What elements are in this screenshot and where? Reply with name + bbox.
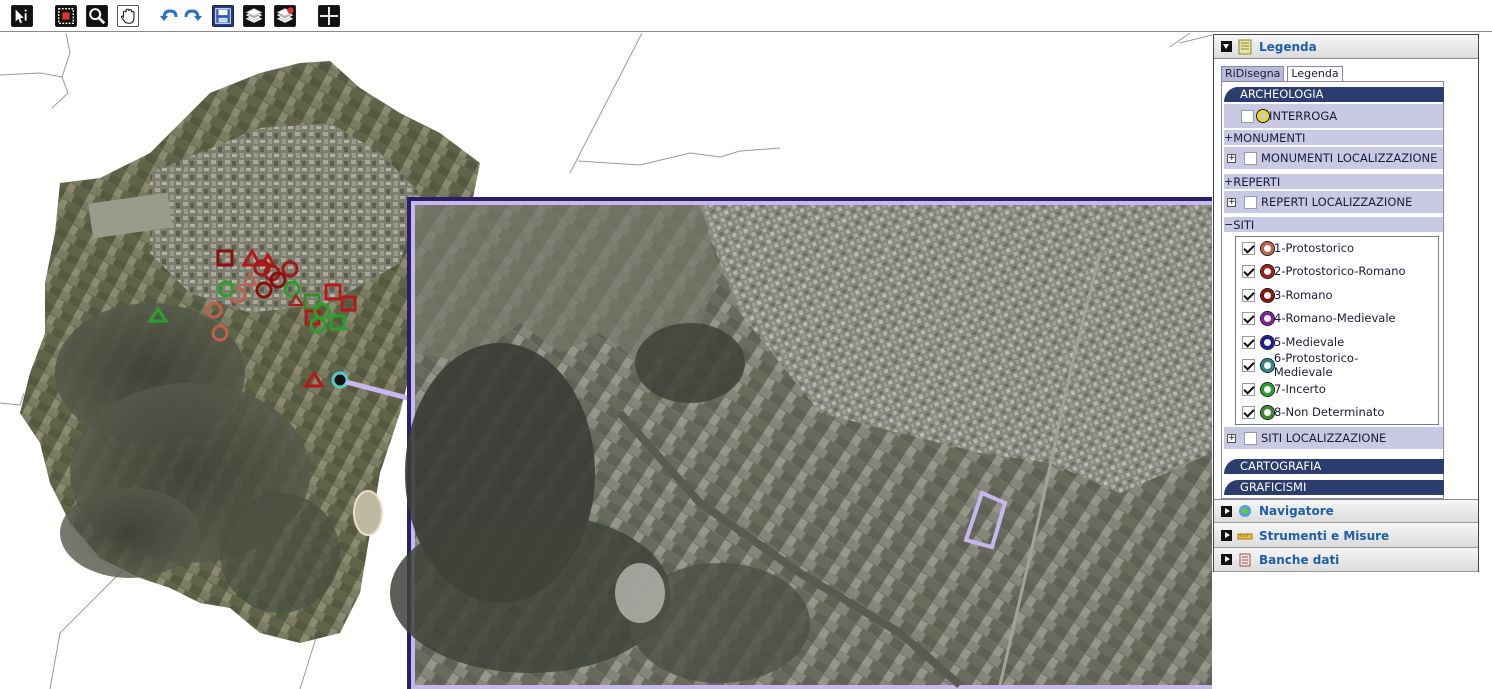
siti-6-checkbox[interactable]	[1242, 358, 1255, 372]
siti-item-label: 3-Romano	[1274, 288, 1333, 302]
siti-loc-checkbox[interactable]	[1244, 431, 1257, 445]
category-cartografia[interactable]: CARTOGRAFIA	[1224, 459, 1444, 474]
interroga-checkbox[interactable]	[1241, 109, 1254, 123]
strumenti-header[interactable]: Strumenti e Misure	[1214, 524, 1478, 548]
layers-icon[interactable]	[243, 5, 265, 27]
category-graficismi[interactable]: GRAFICISMI	[1224, 480, 1444, 495]
siti-item-6: 6-Protostorico-Medievale	[1236, 351, 1416, 379]
legend-tree: ARCHEOLOGIA INTERROGA + MONUMENTI + MONU…	[1221, 81, 1444, 499]
siti-item-label: 7-Incerto	[1274, 382, 1326, 396]
group-label: MONUMENTI	[1233, 130, 1306, 145]
group-label: REPERTI	[1233, 174, 1281, 189]
siti-item-7: 7-Incerto	[1236, 378, 1416, 400]
banche-dati-title: Banche dati	[1259, 552, 1340, 567]
expand-icon[interactable]	[1221, 530, 1232, 541]
reperti-loc-checkbox[interactable]	[1244, 195, 1257, 209]
layer-reperti-localizzazione: + REPERTI LOCALIZZAZIONE	[1224, 191, 1443, 213]
group-label: SITI	[1233, 217, 1255, 232]
siti-item-label: 8-Non Determinato	[1274, 405, 1385, 419]
database-icon	[1237, 552, 1253, 568]
undo-icon[interactable]	[158, 5, 180, 27]
panel-tabs: RiDisegna Legenda	[1221, 66, 1343, 82]
siti-item-1: 1-Protostorico	[1236, 237, 1416, 259]
siti-item-8: 8-Non Determinato	[1236, 401, 1416, 423]
inset-zoom-view[interactable]	[390, 197, 1212, 689]
expand-plus-icon[interactable]: +	[1227, 197, 1236, 207]
siti-8-checkbox[interactable]	[1242, 405, 1255, 419]
legend-document-icon	[1237, 39, 1253, 55]
siti-item-4: 4-Romano-Medievale	[1236, 307, 1416, 329]
romano-medievale-ring-icon	[1261, 311, 1274, 325]
siti-2-checkbox[interactable]	[1242, 264, 1255, 278]
group-reperti[interactable]: + REPERTI	[1224, 174, 1443, 189]
siti-item-label: 4-Romano-Medievale	[1274, 311, 1396, 325]
layer-interroga: INTERROGA	[1224, 104, 1443, 128]
map-toolbar	[0, 0, 1492, 32]
strumenti-title: Strumenti e Misure	[1259, 528, 1390, 543]
navigatore-title: Navigatore	[1259, 504, 1334, 518]
layers-alt-icon[interactable]	[274, 5, 296, 27]
category-archeologia[interactable]: ARCHEOLOGIA	[1224, 87, 1444, 102]
collapse-icon[interactable]	[1221, 41, 1232, 52]
siti-item-label: 2-Protostorico-Romano	[1274, 264, 1406, 278]
layer-label: SITI LOCALIZZAZIONE	[1261, 431, 1387, 445]
expand-icon[interactable]	[1221, 505, 1232, 517]
siti-list: 1-Protostorico 2-Protostorico-Romano 3-R…	[1235, 236, 1439, 425]
expand-plus-icon[interactable]: +	[1227, 433, 1236, 443]
zoom-icon[interactable]	[86, 5, 108, 27]
layer-label: REPERTI LOCALIZZAZIONE	[1261, 195, 1413, 209]
group-monumenti[interactable]: + MONUMENTI	[1224, 130, 1443, 145]
layer-label: MONUMENTI LOCALIZZAZIONE	[1261, 151, 1438, 165]
expand-plus-icon[interactable]: +	[1224, 175, 1233, 188]
siti-4-checkbox[interactable]	[1242, 311, 1255, 325]
tab-ridisegna[interactable]: RiDisegna	[1221, 66, 1285, 82]
siti-item-label: 5-Medievale	[1274, 335, 1345, 349]
tab-legenda[interactable]: Legenda	[1287, 66, 1343, 82]
siti-item-label: 1-Protostorico	[1274, 241, 1355, 255]
full-extent-icon[interactable]	[318, 5, 340, 27]
expand-icon[interactable]	[1221, 554, 1232, 565]
legenda-header[interactable]: Legenda	[1214, 35, 1478, 59]
non-determinato-ring-icon	[1261, 405, 1274, 419]
zoom-box-icon[interactable]	[55, 5, 77, 27]
expand-plus-icon[interactable]: +	[1227, 153, 1236, 163]
pan-hand-icon[interactable]	[117, 5, 139, 27]
siti-item-5: 5-Medievale	[1236, 331, 1416, 353]
medievale-ring-icon	[1261, 335, 1274, 349]
romano-ring-icon	[1261, 288, 1274, 302]
navigator-icon	[1237, 503, 1253, 519]
protostorico-ring-icon	[1261, 241, 1274, 255]
legenda-title: Legenda	[1259, 39, 1317, 54]
layer-label: INTERROGA	[1269, 109, 1338, 123]
siti-1-checkbox[interactable]	[1242, 241, 1255, 255]
yellow-ring-icon	[1257, 110, 1269, 122]
map-canvas[interactable]	[0, 33, 1212, 689]
incerto-ring-icon	[1261, 382, 1274, 396]
navigatore-header[interactable]: Navigatore	[1214, 499, 1478, 523]
siti-5-checkbox[interactable]	[1242, 335, 1255, 349]
expand-plus-icon[interactable]: +	[1224, 131, 1233, 144]
siti-3-checkbox[interactable]	[1242, 288, 1255, 302]
protostorico-romano-ring-icon	[1261, 264, 1274, 278]
layer-monumenti-localizzazione: + MONUMENTI LOCALIZZAZIONE	[1224, 147, 1443, 169]
legend-panel: Legenda RiDisegna Legenda ARCHEOLOGIA IN…	[1213, 34, 1479, 572]
save-disk-icon[interactable]	[212, 5, 234, 27]
siti-item-2: 2-Protostorico-Romano	[1236, 260, 1416, 282]
siti-7-checkbox[interactable]	[1242, 382, 1255, 396]
protostorico-medievale-ring-icon	[1260, 358, 1274, 372]
layer-siti-localizzazione: + SITI LOCALIZZAZIONE	[1224, 427, 1443, 449]
banche-dati-header[interactable]: Banche dati	[1214, 548, 1478, 572]
monumenti-loc-checkbox[interactable]	[1244, 151, 1257, 165]
redo-icon[interactable]	[182, 5, 204, 27]
siti-item-label: 6-Protostorico-Medievale	[1273, 351, 1359, 379]
map-view[interactable]	[0, 33, 1212, 689]
select-info-icon[interactable]	[11, 5, 33, 27]
collapse-minus-icon[interactable]: −	[1224, 218, 1233, 231]
ruler-icon	[1237, 528, 1253, 544]
siti-item-3: 3-Romano	[1236, 284, 1416, 306]
group-siti[interactable]: − SITI	[1224, 217, 1443, 232]
